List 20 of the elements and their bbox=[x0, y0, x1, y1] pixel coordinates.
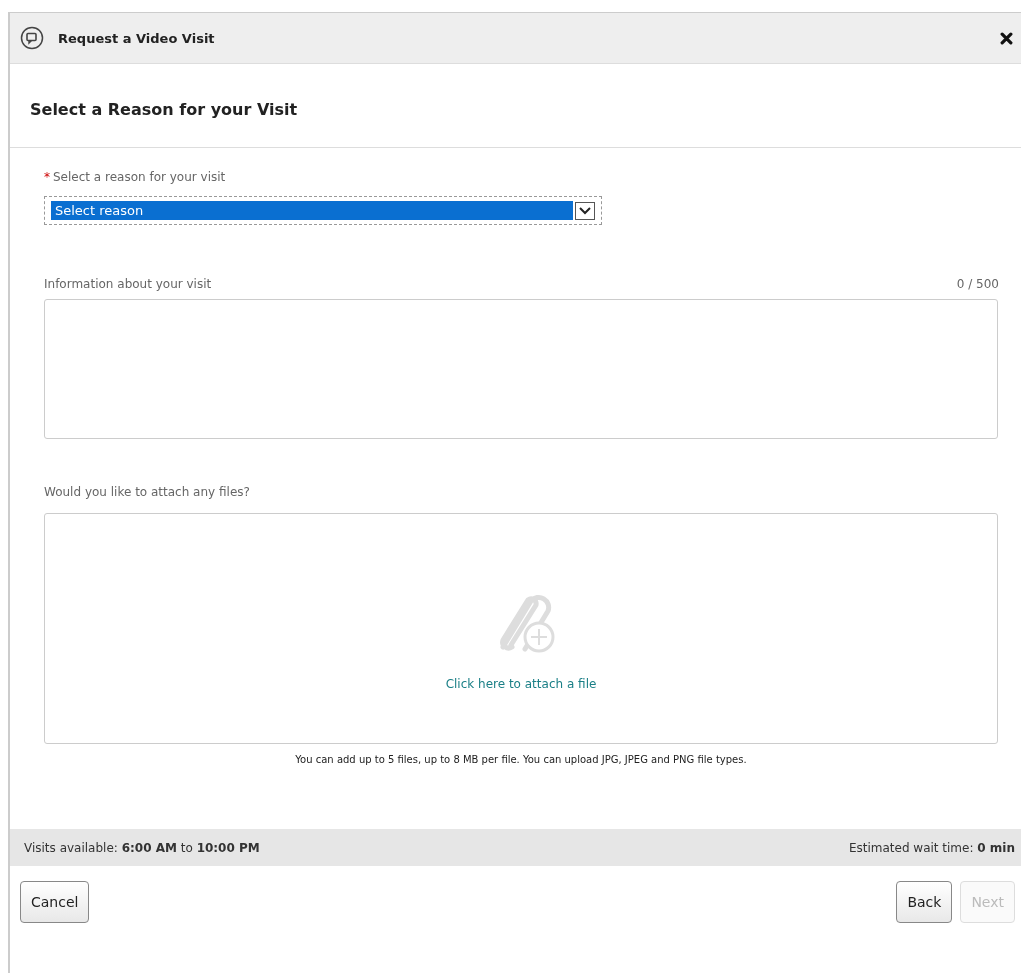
field-label: Information about your visit bbox=[44, 277, 212, 291]
visits-available-text: Visits available: 6:00 AM to 10:00 PM bbox=[24, 840, 260, 855]
required-asterisk: * bbox=[44, 170, 50, 184]
field-label: Select a reason for your visit bbox=[53, 170, 226, 184]
window-title: Request a Video Visit bbox=[58, 30, 216, 46]
chat-icon bbox=[20, 26, 44, 50]
file-drop-zone[interactable]: Click here to attach a file bbox=[44, 513, 998, 744]
visit-info-field[interactable] bbox=[44, 299, 998, 439]
chevron-down-icon bbox=[575, 201, 595, 220]
attach-file-link[interactable]: Click here to attach a file bbox=[445, 676, 597, 691]
dropdown-value: Select reason bbox=[51, 201, 573, 220]
dialog-heading: Select a Reason for your Visit bbox=[10, 64, 1021, 148]
close-icon[interactable] bbox=[1000, 31, 1013, 45]
field-label: Would you like to attach any files? bbox=[44, 485, 251, 499]
dialog-button[interactable]: Cancel bbox=[20, 881, 90, 923]
character-counter: 0 / 500 bbox=[956, 277, 999, 291]
reason-dropdown[interactable]: Select reason bbox=[44, 196, 602, 225]
upload-hint: You can add up to 5 files, up to 8 MB per file. You can upload JPG, JPEG and PNG file types. bbox=[294, 754, 748, 765]
wait-time-text: Estimated wait time: 0 min bbox=[848, 840, 1015, 855]
dialog-button[interactable]: Back bbox=[896, 881, 953, 923]
